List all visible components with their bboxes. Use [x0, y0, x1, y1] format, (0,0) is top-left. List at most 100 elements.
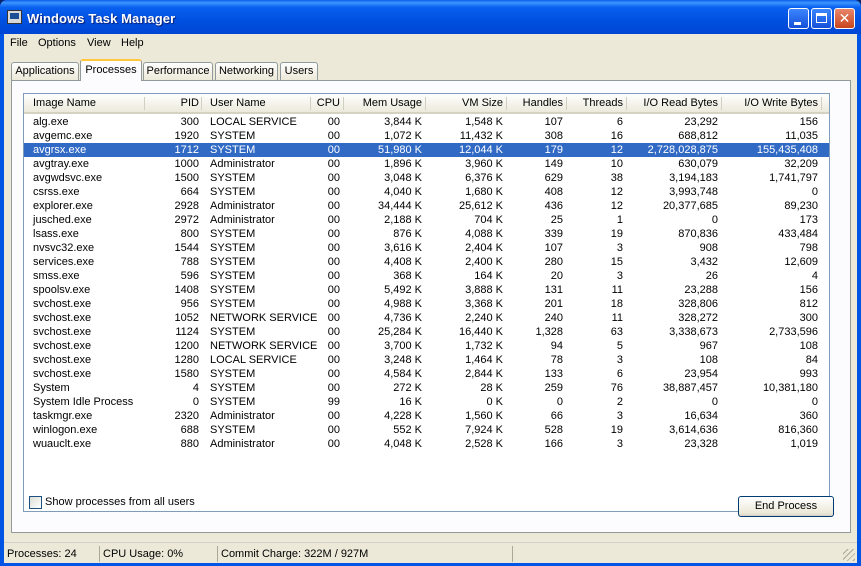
tab-applications[interactable]: Applications: [11, 62, 79, 80]
minimize-button[interactable]: [788, 8, 809, 29]
col-cpu[interactable]: CPU: [311, 94, 340, 112]
cell-mem-usage: 4,988 K: [384, 298, 422, 310]
menu-view[interactable]: View: [87, 37, 111, 49]
table-row[interactable]: System 4 SYSTEM 00 272 K 28 K 259 76 38,887,457 1…: [24, 381, 829, 395]
cell-io-write: 108: [799, 340, 818, 352]
resize-grip[interactable]: [843, 549, 855, 561]
cell-pid: 1544: [174, 242, 199, 254]
cell-pid: 788: [180, 256, 199, 268]
col-vm-size[interactable]: VM Size: [426, 94, 503, 112]
col-handles[interactable]: Handles: [507, 94, 563, 112]
cell-handles: 107: [544, 116, 563, 128]
task-manager-icon: [7, 10, 22, 24]
close-button[interactable]: ✕: [834, 8, 855, 29]
cell-pid: 688: [180, 424, 199, 436]
table-row[interactable]: winlogon.exe 688 SYSTEM 00 552 K 7,924 K 528 19…: [24, 423, 829, 437]
table-row[interactable]: svchost.exe 956 SYSTEM 00 4,988 K 3,368 K 201 1…: [24, 297, 829, 311]
cell-io-read: 3,338,673: [669, 326, 718, 338]
cell-handles: 107: [544, 242, 563, 254]
cell-cpu: 00: [327, 172, 340, 184]
cell-cpu: 99: [327, 396, 340, 408]
cell-io-read: 630,079: [678, 158, 718, 170]
cell-vm-size: 1,464 K: [465, 354, 503, 366]
cell-cpu: 00: [327, 256, 340, 268]
cell-handles: 149: [544, 158, 563, 170]
cell-threads: 12: [610, 144, 623, 156]
cell-threads: 76: [610, 382, 623, 394]
table-row[interactable]: lsass.exe 800 SYSTEM 00 876 K 4,088 K 339 19 870…: [24, 227, 829, 241]
show-all-users-label[interactable]: Show processes from all users: [45, 496, 195, 508]
table-row[interactable]: svchost.exe 1280 LOCAL SERVICE 00 3,248 K 1,4…: [24, 353, 829, 367]
process-list[interactable]: Image Name PID User Name CPU Mem Usage V…: [23, 93, 830, 512]
cell-user-name: SYSTEM: [210, 172, 256, 184]
tab-networking[interactable]: Networking: [215, 62, 278, 80]
cell-user-name: SYSTEM: [210, 396, 256, 408]
cell-handles: 0: [556, 396, 563, 408]
table-row[interactable]: jusched.exe 2972 Administrator 00 2,188 K 704…: [24, 213, 829, 227]
cell-io-read: 3,993,748: [669, 186, 718, 198]
cell-user-name: NETWORK SERVICE: [210, 340, 318, 352]
cell-handles: 66: [550, 410, 563, 422]
menu-help[interactable]: Help: [121, 37, 144, 49]
menu-options[interactable]: Options: [38, 37, 76, 49]
cell-mem-usage: 2,188 K: [384, 214, 422, 226]
col-threads[interactable]: Threads: [567, 94, 623, 112]
table-row[interactable]: svchost.exe 1124 SYSTEM 00 25,284 K 16,440 K 1…: [24, 325, 829, 339]
cell-io-read: 908: [699, 242, 718, 254]
cell-user-name: Administrator: [210, 410, 275, 422]
cell-io-write: 156: [799, 116, 818, 128]
cell-vm-size: 2,400 K: [465, 256, 503, 268]
col-mem-usage[interactable]: Mem Usage: [344, 94, 422, 112]
cell-image-name: winlogon.exe: [33, 424, 98, 436]
cell-vm-size: 12,044 K: [458, 144, 503, 156]
tab-processes[interactable]: Processes: [80, 59, 142, 81]
cell-mem-usage: 3,616 K: [384, 242, 422, 254]
cell-pid: 880: [180, 438, 199, 450]
table-row[interactable]: avgrsx.exe 1712 SYSTEM 00 51,980 K 12,044 K 17…: [24, 143, 829, 157]
menu-file[interactable]: File: [10, 37, 28, 49]
cell-user-name: LOCAL SERVICE: [210, 116, 297, 128]
col-user-name[interactable]: User Name: [210, 94, 266, 112]
table-row[interactable]: taskmgr.exe 2320 Administrator 00 4,228 K 1,5…: [24, 409, 829, 423]
table-row[interactable]: avgtray.exe 1000 Administrator 00 1,896 K 3,9…: [24, 157, 829, 171]
tab-performance[interactable]: Performance: [143, 62, 213, 80]
col-io-read-bytes[interactable]: I/O Read Bytes: [627, 94, 718, 112]
maximize-button[interactable]: [811, 8, 832, 29]
cell-user-name: SYSTEM: [210, 424, 256, 436]
table-row[interactable]: alg.exe 300 LOCAL SERVICE 00 3,844 K 1,548 K 1…: [24, 115, 829, 129]
cell-cpu: 00: [327, 340, 340, 352]
cell-user-name: SYSTEM: [210, 270, 256, 282]
show-all-users-checkbox[interactable]: [29, 496, 42, 509]
table-row[interactable]: spoolsv.exe 1408 SYSTEM 00 5,492 K 3,888 K 131…: [24, 283, 829, 297]
col-io-write-bytes[interactable]: I/O Write Bytes: [722, 94, 818, 112]
col-image-name[interactable]: Image Name: [33, 94, 96, 112]
table-row[interactable]: System Idle Process 0 SYSTEM 99 16 K 0 K 0 2 0 0: [24, 395, 829, 409]
table-row[interactable]: nvsvc32.exe 1544 SYSTEM 00 3,616 K 2,404 K 107…: [24, 241, 829, 255]
cell-cpu: 00: [327, 368, 340, 380]
cell-image-name: nvsvc32.exe: [33, 242, 95, 254]
cell-image-name: explorer.exe: [33, 200, 93, 212]
table-row[interactable]: avgwdsvc.exe 1500 SYSTEM 00 3,048 K 6,376 K 62…: [24, 171, 829, 185]
table-row[interactable]: smss.exe 596 SYSTEM 00 368 K 164 K 20 3 26 4: [24, 269, 829, 283]
cell-cpu: 00: [327, 158, 340, 170]
cell-mem-usage: 1,072 K: [384, 130, 422, 142]
table-row[interactable]: explorer.exe 2928 Administrator 00 34,444 K 2…: [24, 199, 829, 213]
cell-mem-usage: 3,700 K: [384, 340, 422, 352]
table-row[interactable]: csrss.exe 664 SYSTEM 00 4,040 K 1,680 K 408 12 3…: [24, 185, 829, 199]
title-bar[interactable]: Windows Task Manager ✕: [0, 0, 861, 34]
tab-users[interactable]: Users: [280, 62, 318, 80]
table-row[interactable]: svchost.exe 1200 NETWORK SERVICE 00 3,700 K 1…: [24, 339, 829, 353]
table-row[interactable]: avgemc.exe 1920 SYSTEM 00 1,072 K 11,432 K 308…: [24, 129, 829, 143]
col-pid[interactable]: PID: [145, 94, 199, 112]
menu-bar: File Options View Help: [4, 34, 857, 52]
table-row[interactable]: services.exe 788 SYSTEM 00 4,408 K 2,400 K 280…: [24, 255, 829, 269]
table-row[interactable]: wuauclt.exe 880 Administrator 00 4,048 K 2,52…: [24, 437, 829, 451]
end-process-button[interactable]: End Process: [738, 496, 834, 517]
table-row[interactable]: svchost.exe 1580 SYSTEM 00 4,584 K 2,844 K 133…: [24, 367, 829, 381]
status-bar: Processes: 24 CPU Usage: 0% Commit Charg…: [4, 542, 857, 563]
table-row[interactable]: svchost.exe 1052 NETWORK SERVICE 00 4,736 K 2…: [24, 311, 829, 325]
cell-image-name: smss.exe: [33, 270, 80, 282]
cell-handles: 629: [544, 172, 563, 184]
cell-threads: 12: [610, 186, 623, 198]
cell-cpu: 00: [327, 284, 340, 296]
